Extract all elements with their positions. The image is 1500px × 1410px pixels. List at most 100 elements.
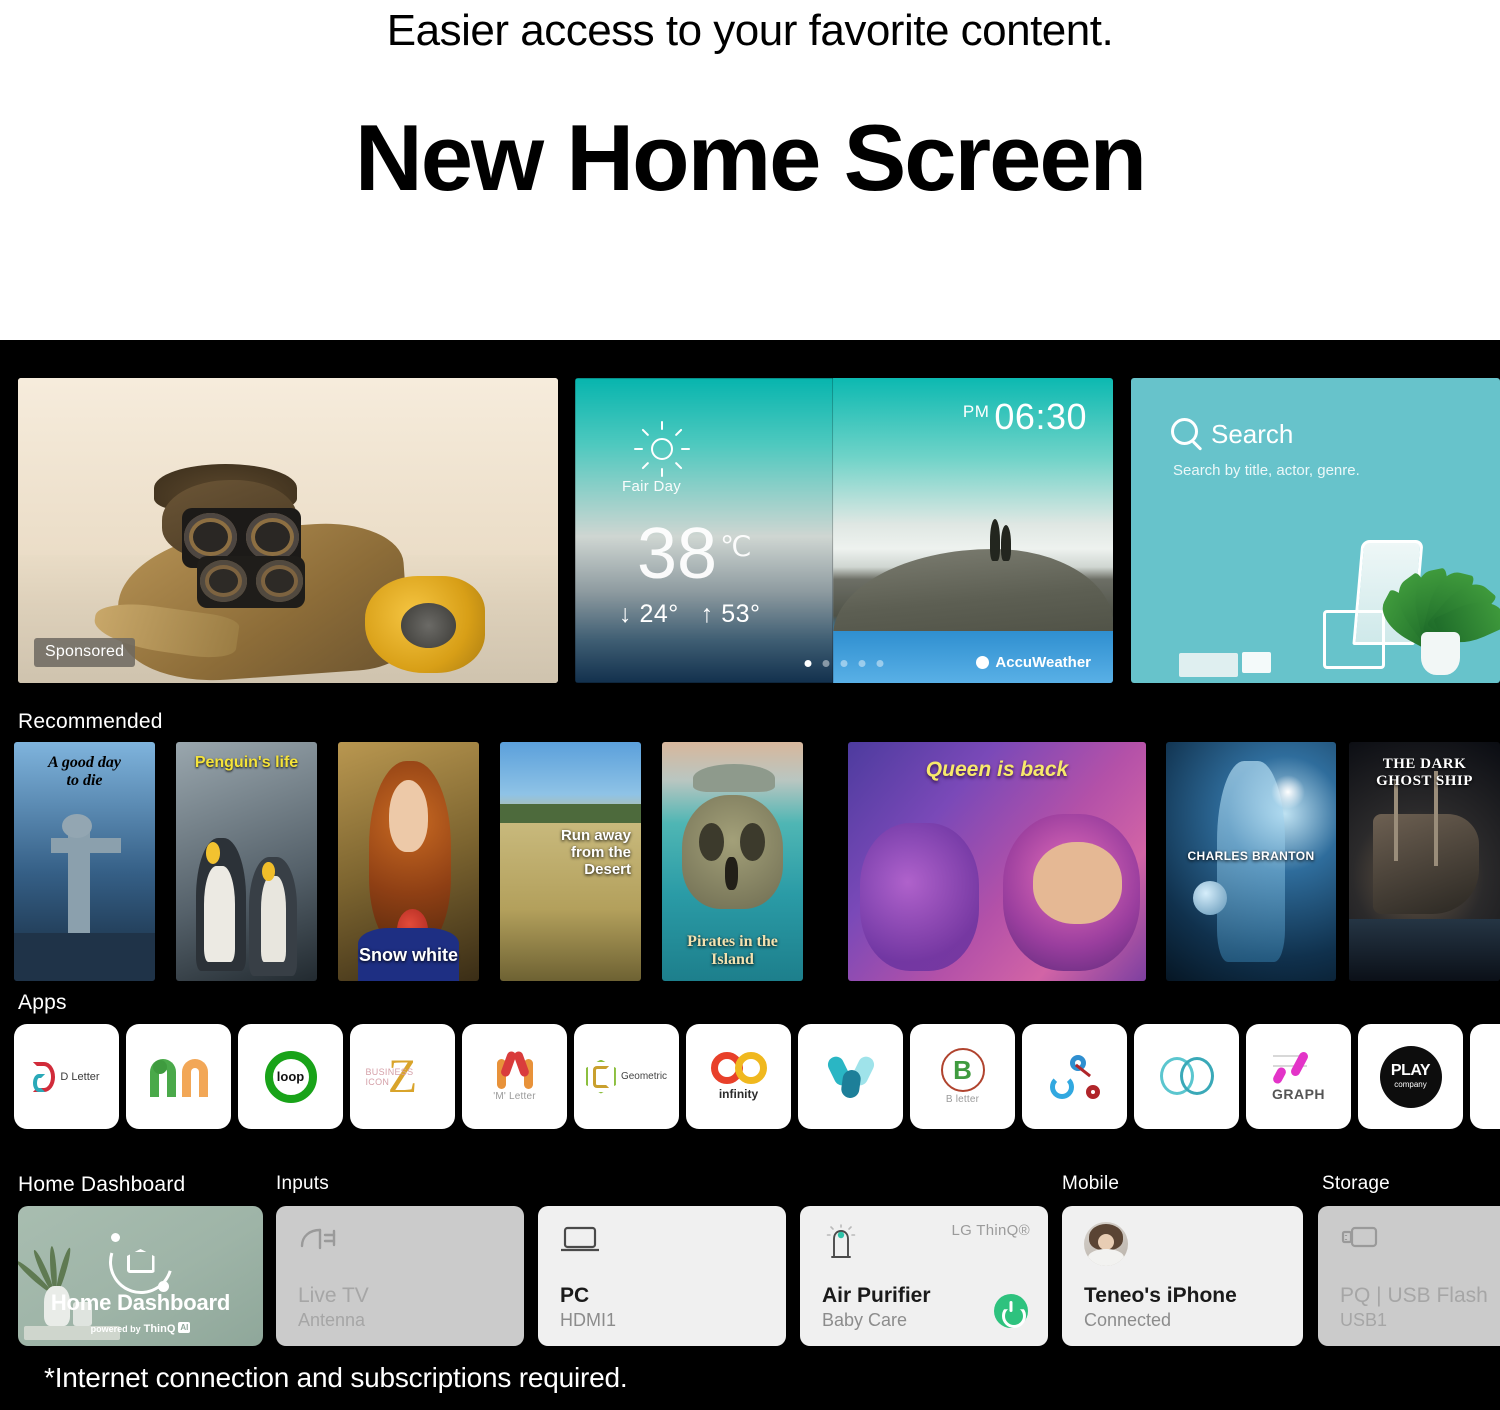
- thinq-branding: powered by ThinQ AI: [18, 1322, 263, 1335]
- apps-section-label: Apps: [18, 991, 67, 1014]
- carousel-dot[interactable]: [804, 660, 812, 667]
- search-decor-box: [1241, 651, 1272, 673]
- usb-icon: [1340, 1224, 1380, 1255]
- recommended-card[interactable]: Run away from the Desert: [500, 742, 641, 981]
- clock-ampm: PM: [962, 402, 990, 421]
- recommended-title: Penguin's life: [194, 754, 299, 771]
- tile-subtitle: Baby Care: [822, 1310, 908, 1331]
- weather-card[interactable]: Fair Day 38 ℃ ↓ 24° ↑ 53° PM 06:30 AccuWeat…: [575, 378, 1113, 683]
- app-tile-business-icon[interactable]: Z BUSINESS ICON: [350, 1024, 455, 1129]
- carousel-dot[interactable]: [822, 660, 830, 667]
- accuweather-label: AccuWeather: [995, 654, 1091, 671]
- app-caption: D Letter: [60, 1070, 100, 1083]
- recommended-title: Queen is back: [925, 758, 1069, 781]
- app-tile-b-letter[interactable]: B B letter: [910, 1024, 1015, 1129]
- footer-disclaimer: *Internet connection and subscriptions r…: [0, 1346, 1500, 1410]
- app-tile-rings[interactable]: [1134, 1024, 1239, 1129]
- plug-icon: [298, 1224, 340, 1259]
- home-dashboard-section-label: Home Dashboard: [18, 1173, 186, 1196]
- search-decor-plant: [1374, 510, 1500, 675]
- app-tile-partial[interactable]: [1470, 1024, 1500, 1129]
- weather-low: ↓ 24°: [619, 600, 679, 628]
- sun-icon: [634, 421, 690, 477]
- live-tv-tile[interactable]: Live TV Antenna: [276, 1206, 524, 1346]
- iphone-tile[interactable]: Teneo's iPhone Connected: [1062, 1206, 1303, 1346]
- tv-home-screen: Sponsored Fair Day 38 ℃ ↓ 24° ↑ 53° PM 0…: [0, 340, 1500, 1410]
- carousel-dots[interactable]: [804, 660, 884, 667]
- carousel-dot[interactable]: [876, 660, 884, 667]
- app-caption: B letter: [945, 1094, 980, 1105]
- temperature-unit: ℃: [720, 531, 752, 562]
- tile-subtitle: HDMI1: [560, 1310, 617, 1331]
- hero-row: Sponsored Fair Day 38 ℃ ↓ 24° ↑ 53° PM 0…: [0, 378, 1500, 683]
- app-tile-v-leaf[interactable]: [798, 1024, 903, 1129]
- laptop-icon: [560, 1224, 600, 1259]
- recommended-title: Snow white: [359, 944, 458, 965]
- home-dashboard-tile[interactable]: Home Dashboard powered by ThinQ AI: [18, 1206, 263, 1346]
- dashboard-row: Home Dashboard powered by ThinQ AI Live TV…: [0, 1206, 1500, 1346]
- pc-tile[interactable]: PC HDMI1: [538, 1206, 786, 1346]
- apps-row: D Letter loop Z BUSINESS ICON 'M' Letter…: [0, 1024, 1500, 1129]
- app-tile-geometric[interactable]: Geometric: [574, 1024, 679, 1129]
- sponsored-badge: Sponsored: [34, 638, 136, 667]
- tile-title: Air Purifier: [822, 1284, 931, 1308]
- app-tile-graph[interactable]: GRAPH: [1246, 1024, 1351, 1129]
- recommended-title: CHARLES BRANTON: [1187, 848, 1315, 863]
- tile-subtitle: Antenna: [298, 1310, 366, 1331]
- storage-section-label: Storage: [1322, 1173, 1390, 1194]
- app-tile-play-company[interactable]: PLAY company: [1358, 1024, 1463, 1129]
- app-tile-molecule[interactable]: [1022, 1024, 1127, 1129]
- air-purifier-tile[interactable]: LG ThinQ® Air Purifier Baby Care: [800, 1206, 1048, 1346]
- accuweather-brand: AccuWeather: [976, 654, 1091, 671]
- tile-title: PQ | USB Flash: [1340, 1284, 1488, 1308]
- weather-condition: Fair Day: [622, 478, 682, 495]
- recommended-card[interactable]: Queen is back: [848, 742, 1146, 981]
- app-tile-infinity[interactable]: infinity: [686, 1024, 791, 1129]
- app-tile-m-monogram[interactable]: [126, 1024, 231, 1129]
- search-decor-papers: [1178, 652, 1238, 677]
- lg-thinq-brand: LG ThinQ®: [951, 1222, 1030, 1239]
- tile-title: Live TV: [298, 1284, 369, 1308]
- recommended-section-label: Recommended: [18, 710, 163, 733]
- app-caption: Geometric: [620, 1071, 668, 1082]
- recommended-card[interactable]: CHARLES BRANTON: [1166, 742, 1336, 981]
- power-toggle-button[interactable]: [994, 1294, 1028, 1328]
- tile-title: PC: [560, 1284, 590, 1308]
- home-dashboard-label: Home Dashboard: [50, 1290, 231, 1315]
- recommended-title: Run away from the Desert: [560, 827, 631, 878]
- app-tile-loop[interactable]: loop: [238, 1024, 343, 1129]
- promo-headline: New Home Screen: [354, 104, 1147, 210]
- search-icon: [1171, 418, 1198, 445]
- mobile-section-label: Mobile: [1062, 1173, 1120, 1194]
- air-purifier-icon: [822, 1224, 860, 1267]
- app-caption: BUSINESS ICON: [365, 1066, 414, 1087]
- carousel-dot[interactable]: [858, 660, 866, 667]
- usb-tile[interactable]: PQ | USB Flash USB1: [1318, 1206, 1500, 1346]
- search-card[interactable]: Search Search by title, actor, genre.: [1131, 378, 1500, 683]
- recommended-card[interactable]: Snow white: [338, 742, 479, 981]
- search-subtitle: Search by title, actor, genre.: [1173, 462, 1360, 479]
- clock: PM 06:30: [963, 396, 1087, 438]
- promo-header: Easier access to your favorite content. …: [0, 0, 1500, 340]
- app-tile-d-letter[interactable]: D Letter: [14, 1024, 119, 1129]
- thinq-prefix: powered by: [90, 1324, 141, 1334]
- app-tile-m-letter[interactable]: 'M' Letter: [462, 1024, 567, 1129]
- recommended-title: A good day to die: [48, 754, 121, 789]
- avatar: [1084, 1222, 1128, 1266]
- app-caption: GRAPH: [1271, 1086, 1326, 1102]
- search-title: Search: [1211, 419, 1294, 449]
- promo-subheadline: Easier access to your favorite content.: [386, 6, 1114, 55]
- sponsored-hero-card[interactable]: Sponsored: [18, 378, 558, 683]
- recommended-card[interactable]: A good day to die: [14, 742, 155, 981]
- weather-hilo: ↓ 24° ↑ 53°: [619, 600, 783, 629]
- inputs-section-label: Inputs: [276, 1173, 329, 1194]
- weather-temperature: 38 ℃: [637, 518, 752, 590]
- recommended-card[interactable]: Penguin's life: [176, 742, 317, 981]
- recommended-card[interactable]: Pirates in the Island: [662, 742, 803, 981]
- app-caption: loop: [276, 1069, 305, 1084]
- carousel-dot[interactable]: [840, 660, 848, 667]
- tile-subtitle: USB1: [1340, 1310, 1388, 1331]
- tile-subtitle: Connected: [1084, 1310, 1172, 1331]
- recommended-title: Pirates in the Island: [687, 933, 778, 969]
- recommended-card[interactable]: THE DARK GHOST SHIP: [1349, 742, 1500, 981]
